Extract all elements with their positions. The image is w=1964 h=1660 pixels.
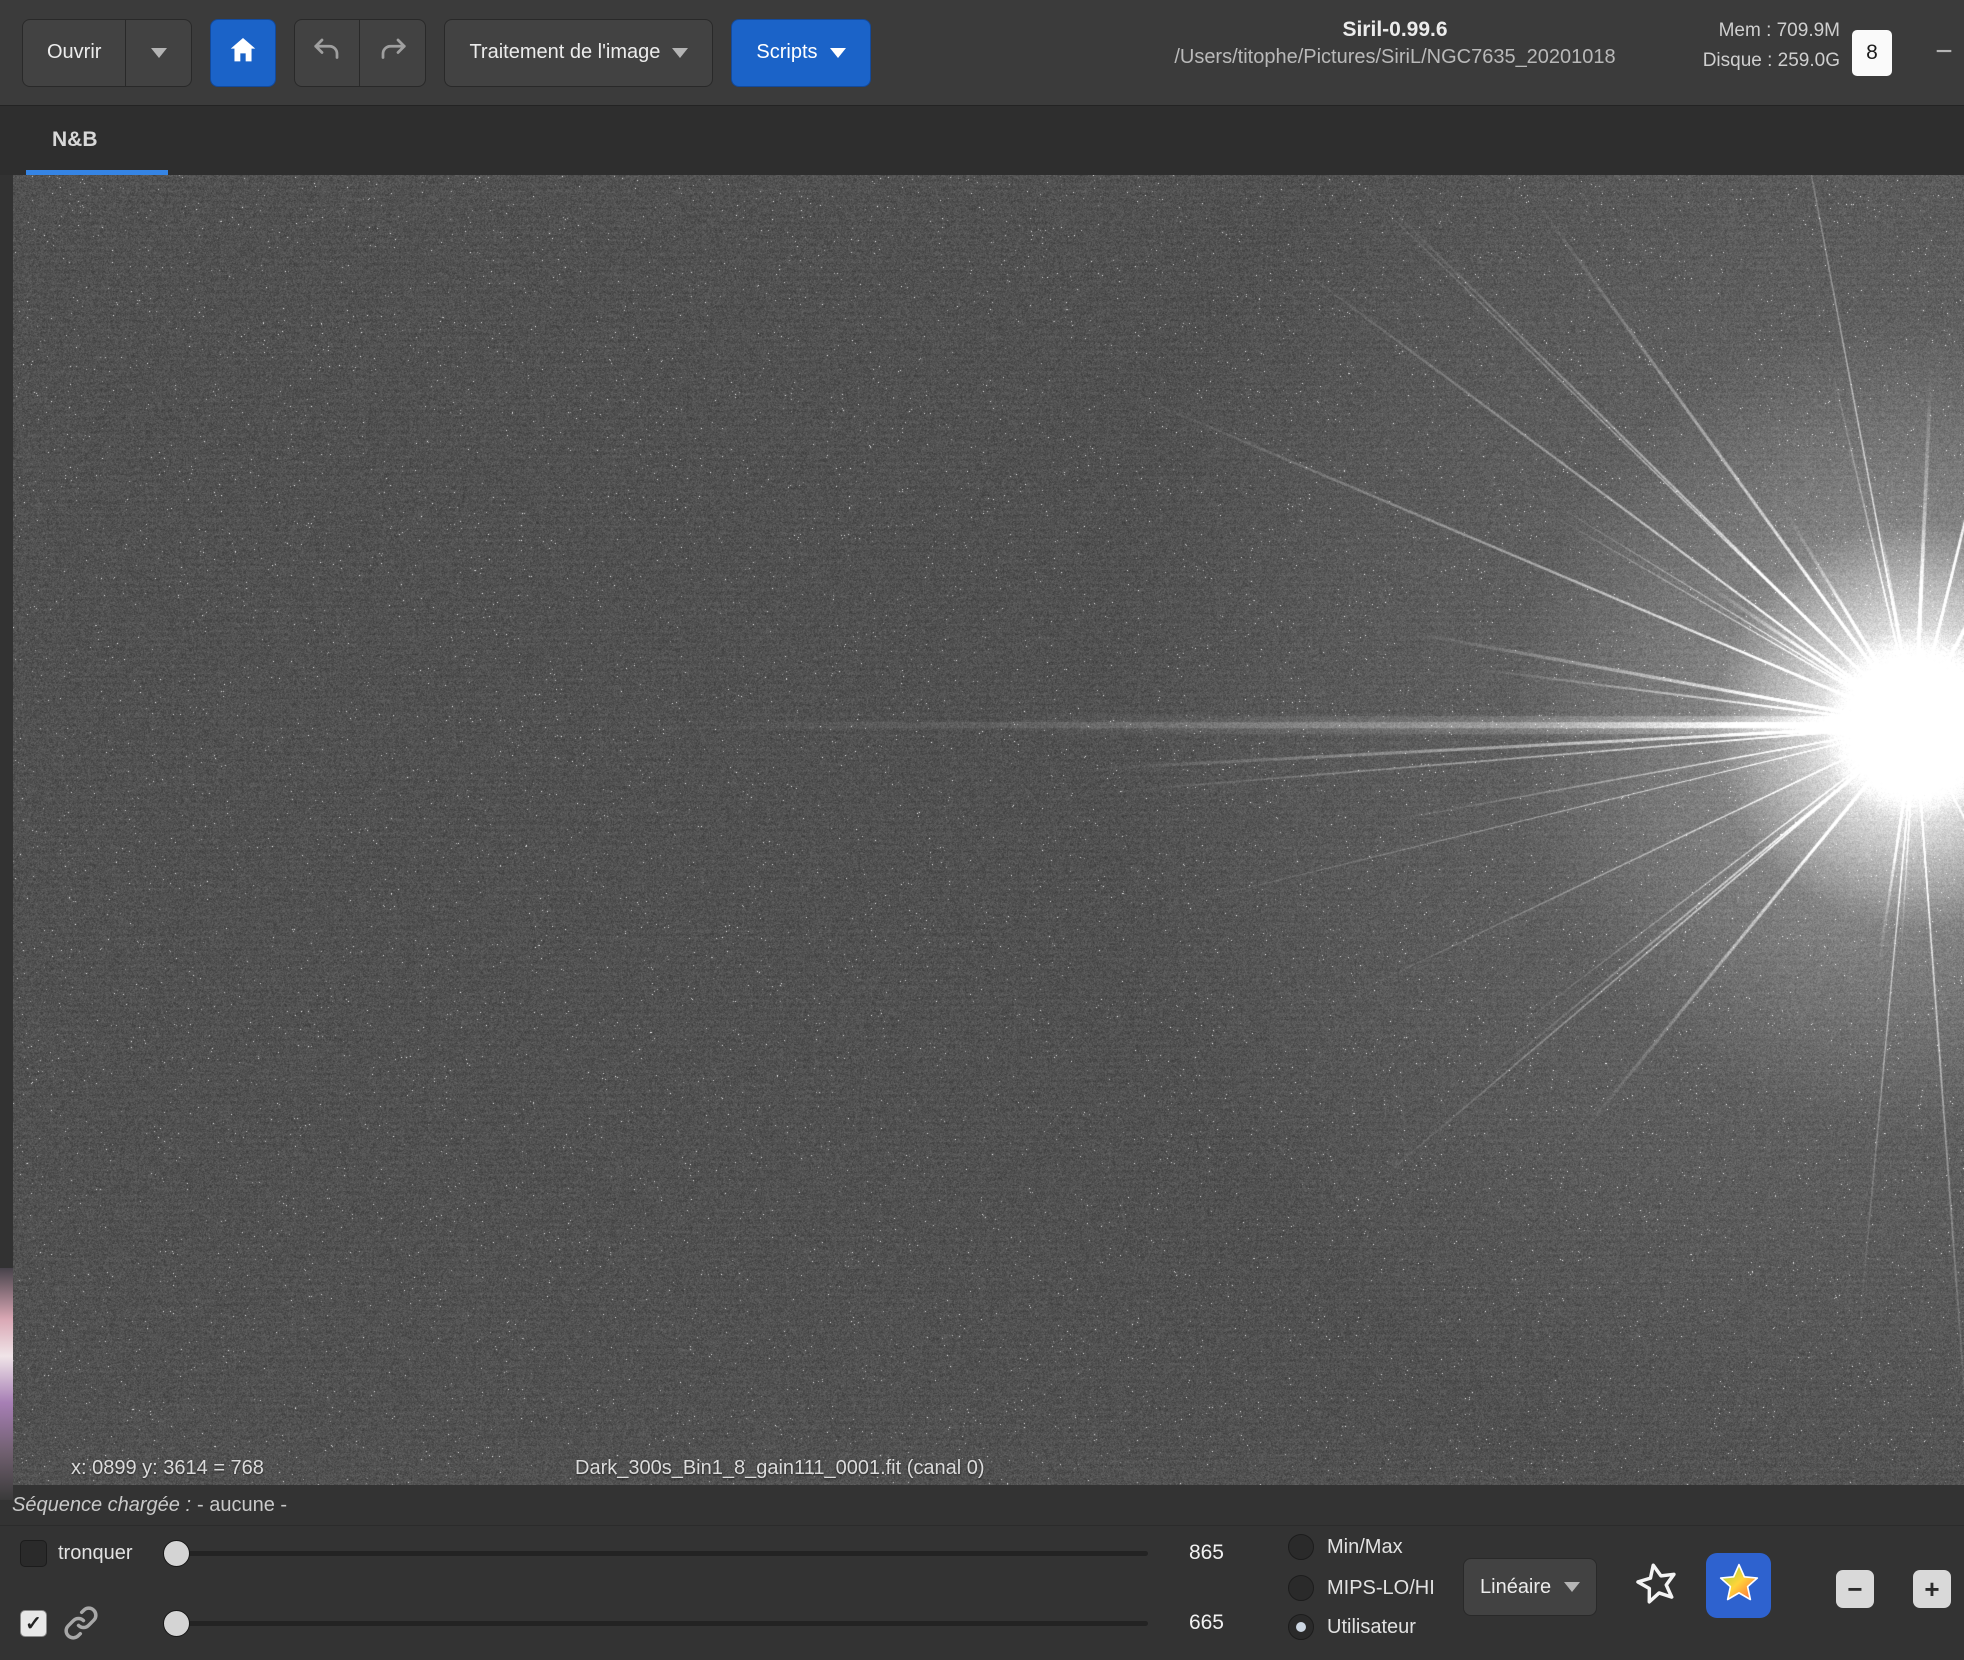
hi-slider-handle[interactable]	[163, 1540, 190, 1567]
zoom-in-button[interactable]: +	[1913, 1570, 1951, 1608]
open-button-label: Ouvrir	[47, 41, 101, 64]
lo-cutoff-slider[interactable]	[163, 1610, 1148, 1637]
plus-icon: +	[1924, 1574, 1939, 1605]
minus-icon: −	[1847, 1574, 1862, 1605]
scripts-label: Scripts	[756, 41, 817, 64]
radio-minmax-label: Min/Max	[1327, 1536, 1403, 1559]
display-controls-panel: tronquer 865 665 Min/Max MIPS-LO/HI Util…	[0, 1525, 1964, 1660]
truncate-label: tronquer	[58, 1542, 133, 1565]
undo-button[interactable]	[294, 19, 360, 87]
home-button[interactable]	[210, 19, 276, 87]
thread-count-value: 8	[1866, 41, 1878, 65]
redo-icon	[378, 35, 408, 71]
sequence-label: Séquence chargée :	[12, 1494, 191, 1517]
memory-info: Mem : 709.9M	[1703, 16, 1840, 46]
status-bar: Séquence chargée : - aucune -	[0, 1485, 1964, 1525]
chevron-down-icon	[151, 48, 167, 58]
radio-user-button[interactable]	[1288, 1614, 1314, 1640]
spinner-decrement-button[interactable]: −	[1926, 26, 1962, 78]
redo-button[interactable]	[360, 19, 426, 87]
lo-cutoff-value: 665	[1162, 1611, 1224, 1635]
tab-bw[interactable]: N&B	[52, 128, 98, 152]
system-info: Mem : 709.9M Disque : 259.0G	[1703, 16, 1840, 77]
app-title: Siril-0.99.6	[1090, 14, 1700, 46]
chevron-down-icon	[672, 48, 688, 58]
chain-link-icon[interactable]	[60, 1602, 102, 1644]
minus-icon: −	[1935, 35, 1953, 69]
radio-mips-button[interactable]	[1288, 1575, 1314, 1601]
radio-minmax-button[interactable]	[1288, 1534, 1314, 1560]
hi-slider-track[interactable]	[163, 1551, 1148, 1556]
thread-count-spinner[interactable]: 8	[1852, 30, 1892, 76]
color-star-icon	[1717, 1561, 1761, 1610]
main-toolbar: Ouvrir Traitem	[0, 0, 1964, 106]
photometry-button[interactable]	[1706, 1553, 1771, 1618]
home-icon	[227, 34, 259, 72]
star-outline-icon	[1634, 1560, 1680, 1611]
disk-info: Disque : 259.0G	[1703, 46, 1840, 76]
viewer-tabbar: N&B	[0, 106, 1964, 175]
open-button[interactable]: Ouvrir	[22, 19, 126, 87]
undo-redo-group	[294, 19, 426, 87]
radio-user[interactable]: Utilisateur	[1288, 1614, 1416, 1640]
window-title-block: Siril-0.99.6 /Users/titophe/Pictures/Sir…	[1090, 14, 1700, 69]
radio-minmax[interactable]: Min/Max	[1288, 1534, 1403, 1560]
undo-icon	[312, 35, 342, 71]
hi-cutoff-value: 865	[1162, 1541, 1224, 1565]
sequence-value: - aucune -	[197, 1494, 287, 1517]
truncate-checkbox[interactable]	[20, 1540, 47, 1567]
working-directory: /Users/titophe/Pictures/SiriL/NGC7635_20…	[1090, 46, 1700, 69]
open-recent-button[interactable]	[126, 19, 192, 87]
scale-mode-dropdown[interactable]: Linéaire	[1463, 1558, 1597, 1616]
image-processing-menu-button[interactable]: Traitement de l'image	[444, 19, 713, 87]
star-detection-button[interactable]	[1628, 1556, 1686, 1614]
chevron-down-icon	[1564, 1582, 1580, 1592]
radio-mips[interactable]: MIPS-LO/HI	[1288, 1575, 1435, 1601]
hi-cutoff-slider[interactable]	[163, 1540, 1148, 1567]
open-button-group: Ouvrir	[22, 19, 192, 87]
radio-user-label: Utilisateur	[1327, 1616, 1416, 1639]
lo-slider-track[interactable]	[163, 1621, 1148, 1626]
link-channels-checkbox[interactable]	[20, 1610, 47, 1637]
image-viewer: x: 0899 y: 3614 = 768 Dark_300s_Bin1_8_g…	[13, 175, 1964, 1485]
zoom-out-button[interactable]: −	[1836, 1570, 1874, 1608]
desktop-edge-sliver	[0, 1268, 13, 1500]
scripts-menu-button[interactable]: Scripts	[731, 19, 870, 87]
lo-slider-handle[interactable]	[163, 1610, 190, 1637]
scale-mode-value: Linéaire	[1480, 1576, 1551, 1599]
image-processing-label: Traitement de l'image	[469, 41, 660, 64]
cursor-coordinates: x: 0899 y: 3614 = 768	[71, 1457, 264, 1480]
chevron-down-icon	[830, 48, 846, 58]
image-canvas[interactable]	[13, 175, 1964, 1485]
loaded-filename: Dark_300s_Bin1_8_gain111_0001.fit (canal…	[575, 1457, 985, 1480]
radio-mips-label: MIPS-LO/HI	[1327, 1577, 1435, 1600]
